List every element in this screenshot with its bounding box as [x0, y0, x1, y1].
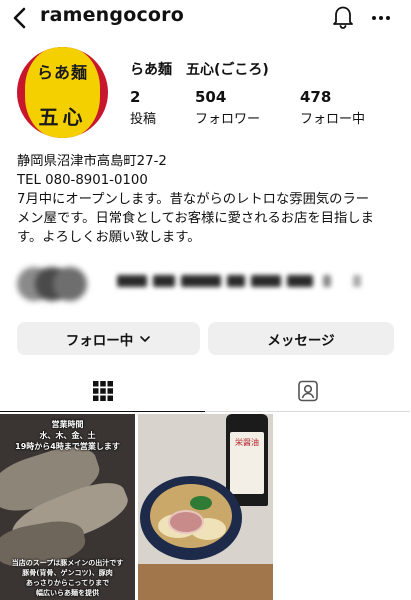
post-thumbnail-ramen[interactable]: 栄醤油	[138, 414, 273, 600]
avatar-logo-text: らあ麺 五心	[17, 59, 108, 130]
followers-label: フォロワー	[195, 112, 261, 127]
stat-following[interactable]: 478 フォロー中	[300, 88, 365, 127]
stat-posts[interactable]: 2 投稿	[130, 88, 156, 127]
bio-phone[interactable]: TEL 080-8901-0100	[17, 171, 403, 190]
stat-followers[interactable]: 504 フォロワー	[195, 88, 260, 127]
top-bar: ramengocoro	[0, 0, 411, 36]
posts-count: 2	[130, 88, 141, 106]
photo-table	[138, 564, 273, 600]
tagged-person-icon	[298, 380, 318, 402]
profile-bio: 静岡県沼津市高島町27-2 TEL 080-8901-0100 7月中にオープン…	[17, 152, 403, 247]
photo-soy-sauce-bottle: 栄醤油	[226, 414, 268, 506]
grid-icon	[93, 381, 113, 401]
bio-text-line: 7月中にオープンします。昔ながらのレトロな雰囲気のラー	[17, 192, 370, 207]
post-thumbnail-hours[interactable]: 営業時間 水、木、金、土 19時から4時まで営業します 当店のスープは豚メインの…	[0, 414, 135, 600]
profile-tabs	[0, 372, 411, 412]
followers-count: 504	[195, 88, 227, 106]
tab-posts-grid[interactable]	[0, 372, 205, 412]
chevron-down-icon	[140, 335, 151, 342]
chevron-left-icon[interactable]	[10, 5, 30, 31]
following-count: 478	[300, 88, 332, 106]
bio-address: 静岡県沼津市高島町27-2	[17, 154, 167, 169]
profile-avatar[interactable]: らあ麺 五心	[17, 47, 108, 138]
avatar-logo-line1: らあ麺	[36, 63, 88, 82]
mutual-followers[interactable]	[17, 265, 397, 305]
profile-display-name: らあ麺 五心(ごころ)	[130, 62, 269, 78]
following-label: フォロー中	[300, 112, 366, 127]
following-button-label: フォロー中	[65, 332, 134, 349]
bio-text-line: メン屋です。日常食としてお客様に愛されるお店を目指しま	[17, 211, 374, 226]
tab-tagged[interactable]	[205, 372, 410, 412]
photo-ramen-bowl	[140, 476, 242, 560]
message-button[interactable]: メッセージ	[208, 322, 394, 355]
following-button[interactable]: フォロー中	[17, 322, 200, 355]
bell-icon[interactable]	[331, 4, 355, 30]
profile-username: ramengocoro	[40, 4, 184, 26]
mutual-followers-text	[117, 273, 387, 291]
avatar-logo-line2: 五心	[38, 105, 87, 129]
bottle-label-text: 栄醤油	[235, 438, 259, 447]
post-caption-hours: 営業時間 水、木、金、土 19時から4時まで営業します	[15, 420, 120, 451]
more-horizontal-icon[interactable]	[370, 8, 392, 28]
posts-label: 投稿	[130, 112, 157, 127]
post-caption-soup: 当店のスープは豚メインの出汁です 豚骨(背骨、ゲンコツ)、豚肉 あっさりからこっ…	[11, 559, 124, 597]
bio-text-line: す。よろしくお願い致します。	[17, 230, 201, 245]
mutual-follower-avatars	[17, 267, 97, 301]
message-button-label: メッセージ	[267, 332, 335, 349]
